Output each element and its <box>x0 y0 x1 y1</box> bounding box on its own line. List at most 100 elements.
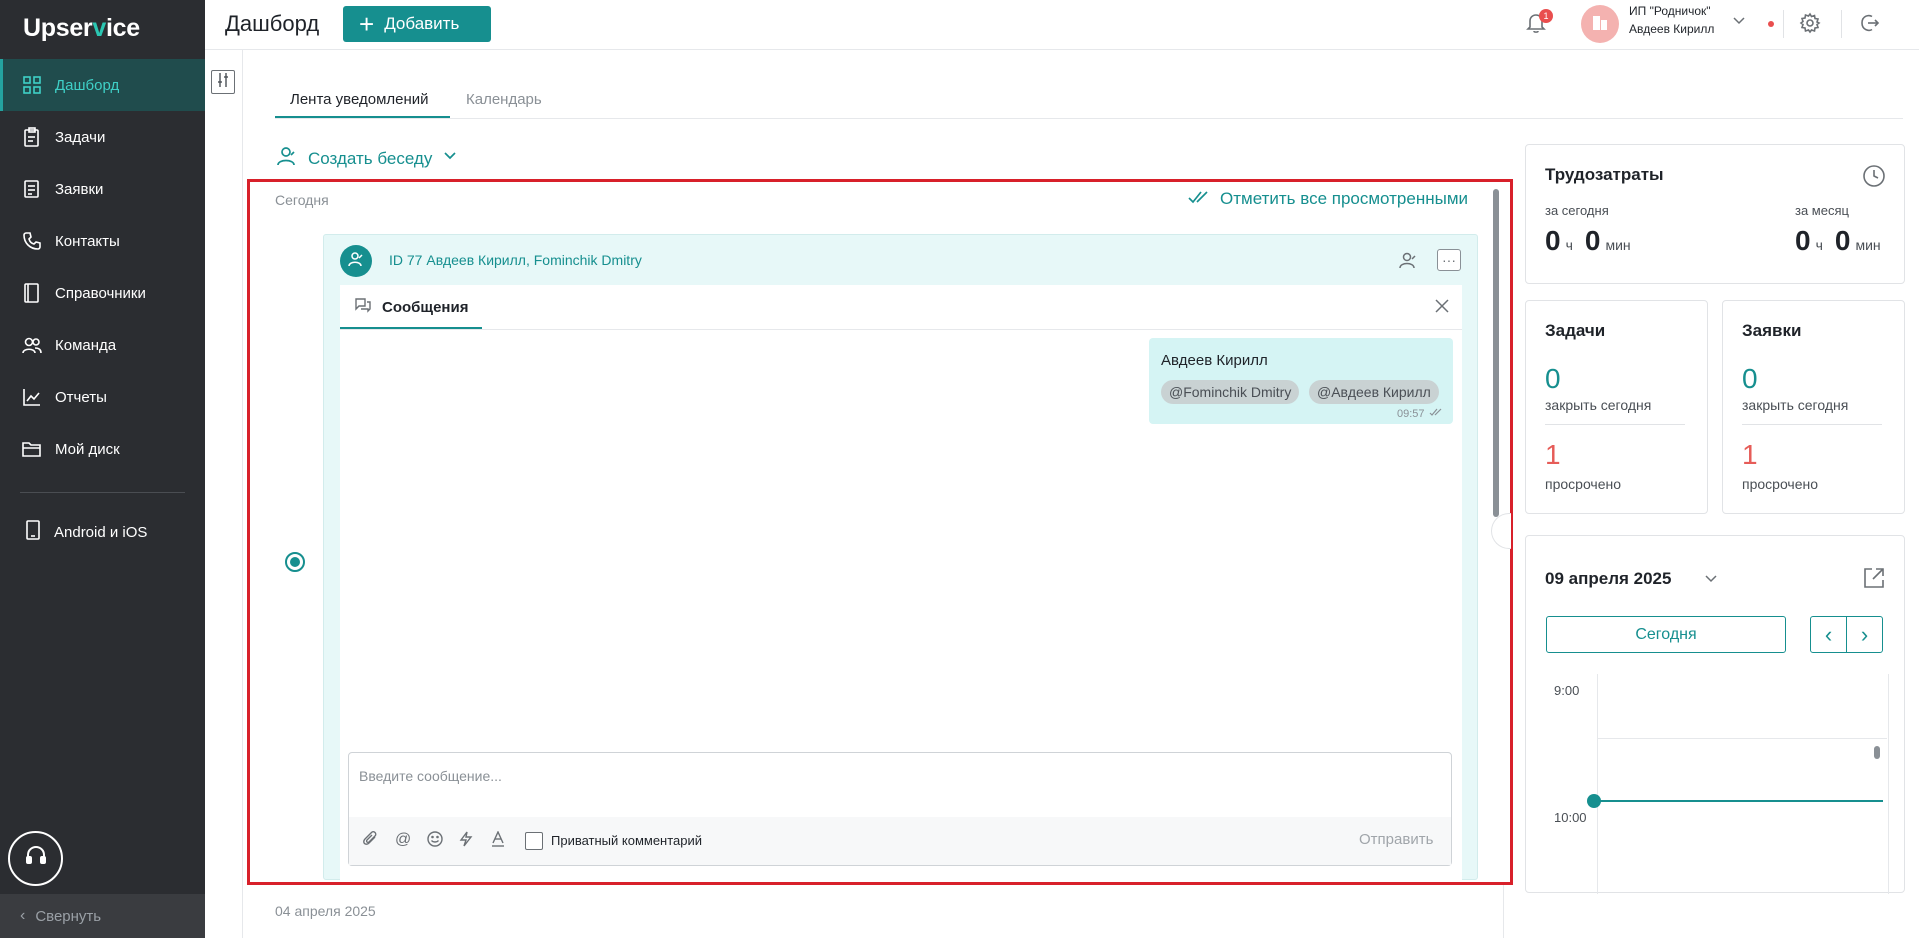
user-name[interactable]: Авдеев Кирилл <box>1629 22 1714 36</box>
feed-group-today: Сегодня <box>275 192 329 208</box>
mins-unit: мин <box>1605 237 1631 253</box>
messages-panel: Сообщения Авдеев Кирилл @Fominchik Dmitr… <box>340 285 1462 881</box>
calendar-date[interactable]: 09 апреля 2025 <box>1545 569 1671 589</box>
divider <box>1742 424 1882 425</box>
mention-chip[interactable]: @Авдеев Кирилл <box>1309 380 1439 404</box>
settings-button[interactable] <box>1799 12 1821 39</box>
sidebar-item-label: Задачи <box>55 128 106 146</box>
feed-scrollbar[interactable] <box>1493 189 1499 517</box>
sidebar-item-label: Контакты <box>55 232 120 250</box>
sidebar: Upservice Дашборд Задачи Заявки Контакты… <box>0 0 205 938</box>
org-avatar[interactable] <box>1581 5 1619 43</box>
create-chat-label: Создать беседу <box>308 148 433 168</box>
header-divider <box>1783 10 1784 38</box>
requests-widget[interactable]: Заявки 0 закрыть сегодня 1 просрочено <box>1722 300 1905 514</box>
participants-button[interactable] <box>1398 250 1418 275</box>
double-check-icon <box>1188 189 1210 209</box>
private-comment-checkbox[interactable] <box>525 832 543 850</box>
tab-messages[interactable]: Сообщения <box>354 297 468 317</box>
sidebar-item-label: Дашборд <box>55 76 120 94</box>
sidebar-item-dashboard[interactable]: Дашборд <box>0 59 205 111</box>
hours-unit: ч <box>1815 237 1823 253</box>
status-dot <box>1768 21 1774 27</box>
feed-item-select-radio[interactable] <box>285 552 305 572</box>
close-icon <box>1434 299 1450 318</box>
calendar-today-button[interactable]: Сегодня <box>1546 616 1786 653</box>
sidebar-item-requests[interactable]: Заявки <box>0 163 205 215</box>
tasks-overdue-count[interactable]: 1 <box>1545 439 1561 471</box>
collapse-sidebar-button[interactable]: ‹ Свернуть <box>0 894 205 938</box>
active-tab-underline <box>275 116 450 118</box>
emoji-icon[interactable] <box>427 831 443 852</box>
chat-title[interactable]: ID 77 Авдеев Кирилл, Fominchik Dmitry <box>389 252 642 268</box>
labor-month-label: за месяц <box>1795 203 1849 218</box>
org-name[interactable]: ИП "Родничок" <box>1629 4 1711 18</box>
mark-all-read-button[interactable]: Отметить все просмотренными <box>1188 189 1468 209</box>
sidebar-item-label: Отчеты <box>55 388 107 406</box>
requests-overdue-count[interactable]: 1 <box>1742 439 1758 471</box>
mention-icon[interactable]: @ <box>395 831 411 849</box>
calendar-widget: 09 апреля 2025 Сегодня ‹ › 9:00 10:00 <box>1525 535 1905 894</box>
tab-messages-label: Сообщения <box>382 298 469 316</box>
sidebar-item-team[interactable]: Команда <box>0 319 205 371</box>
users-icon <box>347 250 365 273</box>
labor-today-value: 0ч 0 мин <box>1545 225 1631 257</box>
chat-avatar <box>340 245 372 277</box>
requests-close-today-count[interactable]: 0 <box>1742 363 1758 395</box>
chevron-down-icon[interactable] <box>1732 14 1746 33</box>
feed-group-date: 04 апреля 2025 <box>275 903 376 919</box>
calendar-prev-button[interactable]: ‹ <box>1810 616 1847 653</box>
calendar-grid-line <box>1597 674 1598 894</box>
logout-button[interactable] <box>1858 12 1880 39</box>
page-title: Дашборд <box>225 11 320 36</box>
sidebar-item-my-disk[interactable]: Мой диск <box>0 423 205 475</box>
more-options-button[interactable]: ··· <box>1437 249 1461 271</box>
sidebar-item-contacts[interactable]: Контакты <box>0 215 205 267</box>
collapse-label: Свернуть <box>35 907 102 925</box>
panel-divider <box>1503 885 1504 938</box>
text-format-icon[interactable] <box>491 830 505 852</box>
add-button[interactable]: + Добавить <box>343 6 491 42</box>
tasks-widget[interactable]: Задачи 0 закрыть сегодня 1 просрочено <box>1525 300 1708 514</box>
tasks-close-today-label: закрыть сегодня <box>1545 397 1652 413</box>
sidebar-item-mobile-apps[interactable]: Android и iOS <box>0 506 205 558</box>
messages-tabs: Сообщения <box>340 285 1462 330</box>
private-comment-label[interactable]: Приватный комментарий <box>551 833 702 848</box>
tab-calendar[interactable]: Календарь <box>466 91 542 108</box>
sidebar-nav: Дашборд Задачи Заявки Контакты Справочни… <box>0 59 205 475</box>
calendar-next-button[interactable]: › <box>1846 616 1883 653</box>
close-messages-button[interactable] <box>1434 298 1450 319</box>
sidebar-item-reports[interactable]: Отчеты <box>0 371 205 423</box>
calendar-scrollbar[interactable] <box>1874 746 1880 759</box>
calendar-grid-line <box>1888 674 1889 894</box>
sidebar-item-label: Заявки <box>55 180 104 198</box>
gear-icon <box>1799 12 1821 38</box>
create-chat-button[interactable]: Создать беседу <box>275 144 458 173</box>
tasks-overdue-label: просрочено <box>1545 476 1622 492</box>
message-bubble[interactable]: Авдеев Кирилл @Fominchik Dmitry @Авдеев … <box>1149 338 1453 424</box>
filter-button[interactable] <box>211 70 235 94</box>
support-button[interactable] <box>8 831 63 886</box>
logo[interactable]: Upservice <box>23 14 140 43</box>
sidebar-item-tasks[interactable]: Задачи <box>0 111 205 163</box>
user-add-icon <box>275 144 299 173</box>
add-button-label: Добавить <box>384 14 460 33</box>
message-input[interactable] <box>349 753 1451 817</box>
attach-icon[interactable] <box>363 831 379 852</box>
external-link-icon[interactable] <box>1862 566 1886 595</box>
sidebar-item-directories[interactable]: Справочники <box>0 267 205 319</box>
clock-icon[interactable] <box>1862 164 1886 193</box>
logout-icon <box>1858 14 1880 38</box>
lightning-icon[interactable] <box>459 831 473 852</box>
requests-overdue-label: просрочено <box>1742 476 1819 492</box>
chart-icon <box>22 387 42 407</box>
mention-chip[interactable]: @Fominchik Dmitry <box>1161 380 1300 404</box>
chevron-down-icon[interactable] <box>1703 571 1719 592</box>
active-tab-underline <box>340 327 482 329</box>
bell-icon <box>1525 14 1547 38</box>
tab-feed[interactable]: Лента уведомлений <box>290 91 429 108</box>
tasks-icon <box>22 127 42 147</box>
tasks-close-today-count[interactable]: 0 <box>1545 363 1561 395</box>
requests-icon <box>22 179 42 199</box>
send-button[interactable]: Отправить <box>1359 831 1433 848</box>
